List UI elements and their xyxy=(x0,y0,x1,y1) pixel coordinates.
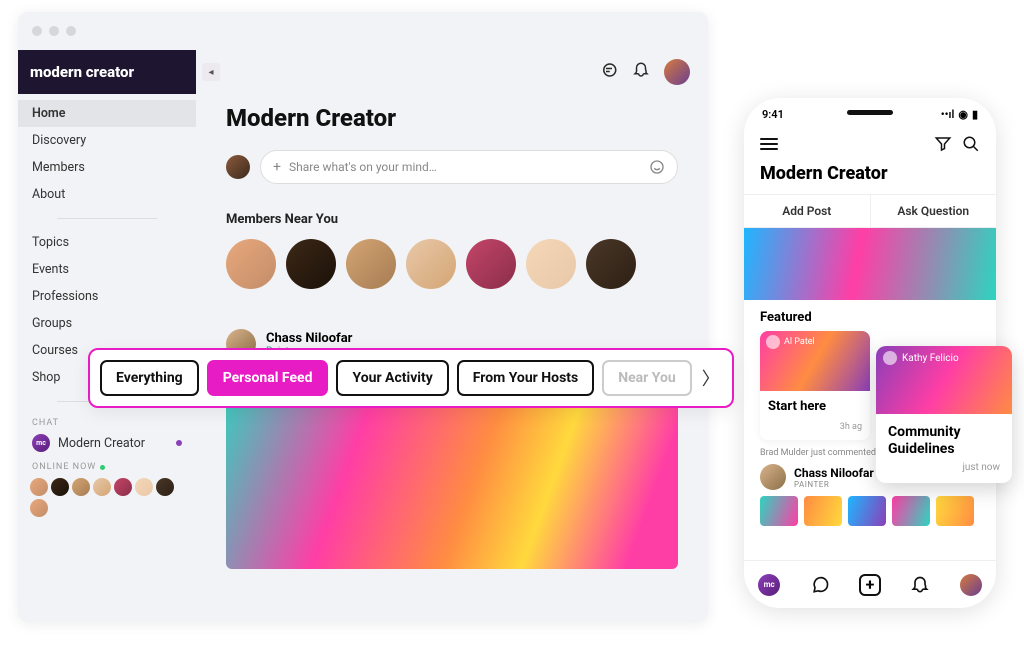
chat-badge-icon: mc xyxy=(32,434,50,452)
card-time: 3h ag xyxy=(760,422,870,440)
member-avatar[interactable] xyxy=(286,239,336,289)
member-avatar[interactable] xyxy=(526,239,576,289)
add-tab-icon[interactable]: + xyxy=(859,574,881,596)
plus-icon: + xyxy=(273,159,281,175)
card-author: Al Patel xyxy=(766,335,815,349)
post-author-role: PAINTER xyxy=(794,480,874,489)
feed-tab-activity[interactable]: Your Activity xyxy=(336,360,448,396)
member-avatar[interactable] xyxy=(586,239,636,289)
profile-tab-icon[interactable] xyxy=(960,574,982,596)
emoji-icon[interactable] xyxy=(649,159,665,175)
bell-icon[interactable] xyxy=(632,61,650,83)
card-time: just now xyxy=(876,462,1012,483)
phone-notch xyxy=(820,98,920,120)
online-user[interactable] xyxy=(72,478,90,496)
ask-question-button[interactable]: Ask Question xyxy=(871,195,997,227)
featured-card[interactable]: Al Patel Start here 3h ag xyxy=(760,331,870,440)
battery-icon: ▮ xyxy=(972,108,978,121)
composer-placeholder: Share what's on your mind… xyxy=(289,160,437,174)
feed-tab-hosts[interactable]: From Your Hosts xyxy=(457,360,594,396)
bell-tab-icon[interactable] xyxy=(909,574,931,596)
thumbnail[interactable] xyxy=(760,496,798,526)
online-user[interactable] xyxy=(114,478,132,496)
thumbnail[interactable] xyxy=(892,496,930,526)
browser-chrome xyxy=(18,12,708,50)
card-title: Community Guidelines xyxy=(876,414,1012,462)
online-section-label: ONLINE NOW xyxy=(18,456,196,474)
wifi-icon: ◉ xyxy=(958,108,968,121)
online-user[interactable] xyxy=(156,478,174,496)
phone-page-title: Modern Creator xyxy=(744,161,996,194)
signal-icon: ••ıl xyxy=(941,108,955,121)
add-post-button[interactable]: Add Post xyxy=(744,195,871,227)
top-bar: modern creator ◂ xyxy=(18,50,708,94)
card-author: Kathy Felicio xyxy=(883,351,959,365)
divider xyxy=(57,218,157,219)
sidebar-item-professions[interactable]: Professions xyxy=(18,283,196,310)
post-author-name: Chass Niloofar xyxy=(794,466,874,480)
phone-hero-image[interactable] xyxy=(744,228,996,300)
online-user[interactable] xyxy=(135,478,153,496)
online-dot-icon xyxy=(100,465,105,470)
feed-tab-personal[interactable]: Personal Feed xyxy=(207,360,329,396)
sidebar-item-about[interactable]: About xyxy=(18,181,196,208)
sidebar-item-home[interactable]: Home xyxy=(18,100,196,127)
feed-tab-everything[interactable]: Everything xyxy=(100,360,199,396)
brand-logo[interactable]: modern creator xyxy=(18,50,196,94)
thumbnail[interactable] xyxy=(848,496,886,526)
search-icon[interactable] xyxy=(962,135,980,153)
phone-time: 9:41 xyxy=(762,108,784,121)
phone-tabbar: mc + xyxy=(744,560,996,608)
sidebar-item-events[interactable]: Events xyxy=(18,256,196,283)
card-author-avatar-icon xyxy=(766,335,780,349)
feed-tabs: Everything Personal Feed Your Activity F… xyxy=(88,348,734,408)
desktop-window: modern creator ◂ Home Discovery Members … xyxy=(18,12,708,622)
online-user[interactable] xyxy=(93,478,111,496)
phone-thumbnails xyxy=(744,496,996,526)
traffic-close[interactable] xyxy=(32,26,42,36)
online-user[interactable] xyxy=(30,499,48,517)
member-avatar[interactable] xyxy=(346,239,396,289)
traffic-maximize[interactable] xyxy=(66,26,76,36)
post-avatar xyxy=(760,464,786,490)
card-author-avatar-icon xyxy=(883,351,897,365)
sidebar-item-topics[interactable]: Topics xyxy=(18,229,196,256)
sidebar-collapse-button[interactable]: ◂ xyxy=(202,63,220,81)
thumbnail[interactable] xyxy=(804,496,842,526)
member-avatar[interactable] xyxy=(406,239,456,289)
composer-avatar[interactable] xyxy=(226,155,250,179)
online-user[interactable] xyxy=(30,478,48,496)
filter-icon[interactable] xyxy=(934,135,952,153)
chat-section-label: CHAT xyxy=(18,412,196,430)
sidebar-item-discovery[interactable]: Discovery xyxy=(18,127,196,154)
card-title: Start here xyxy=(760,391,870,422)
floating-card[interactable]: Kathy Felicio Community Guidelines just … xyxy=(876,346,1012,483)
sidebar-item-members[interactable]: Members xyxy=(18,154,196,181)
hamburger-icon[interactable] xyxy=(760,135,778,153)
post-author-name[interactable]: Chass Niloofar xyxy=(266,331,352,346)
unread-dot-icon xyxy=(176,440,182,446)
member-avatar[interactable] xyxy=(466,239,516,289)
chevron-right-icon[interactable]: 〉 xyxy=(700,365,722,391)
home-tab-icon[interactable]: mc xyxy=(758,574,780,596)
messages-icon[interactable] xyxy=(600,61,618,83)
chat-tab-icon[interactable] xyxy=(809,574,831,596)
members-near-title: Members Near You xyxy=(226,212,678,227)
online-user[interactable] xyxy=(51,478,69,496)
featured-label: Featured xyxy=(744,300,996,331)
feed-tab-near[interactable]: Near You xyxy=(602,360,692,396)
composer-input[interactable]: + Share what's on your mind… xyxy=(260,150,678,184)
chat-item-label: Modern Creator xyxy=(58,436,145,451)
composer: + Share what's on your mind… xyxy=(226,150,678,184)
user-avatar[interactable] xyxy=(664,59,690,85)
traffic-minimize[interactable] xyxy=(49,26,59,36)
sidebar-item-groups[interactable]: Groups xyxy=(18,310,196,337)
members-near-row xyxy=(226,239,678,289)
thumbnail[interactable] xyxy=(936,496,974,526)
member-avatar[interactable] xyxy=(226,239,276,289)
page-title: Modern Creator xyxy=(226,104,678,132)
online-users-row xyxy=(18,474,196,521)
chat-item[interactable]: mc Modern Creator xyxy=(18,430,196,456)
